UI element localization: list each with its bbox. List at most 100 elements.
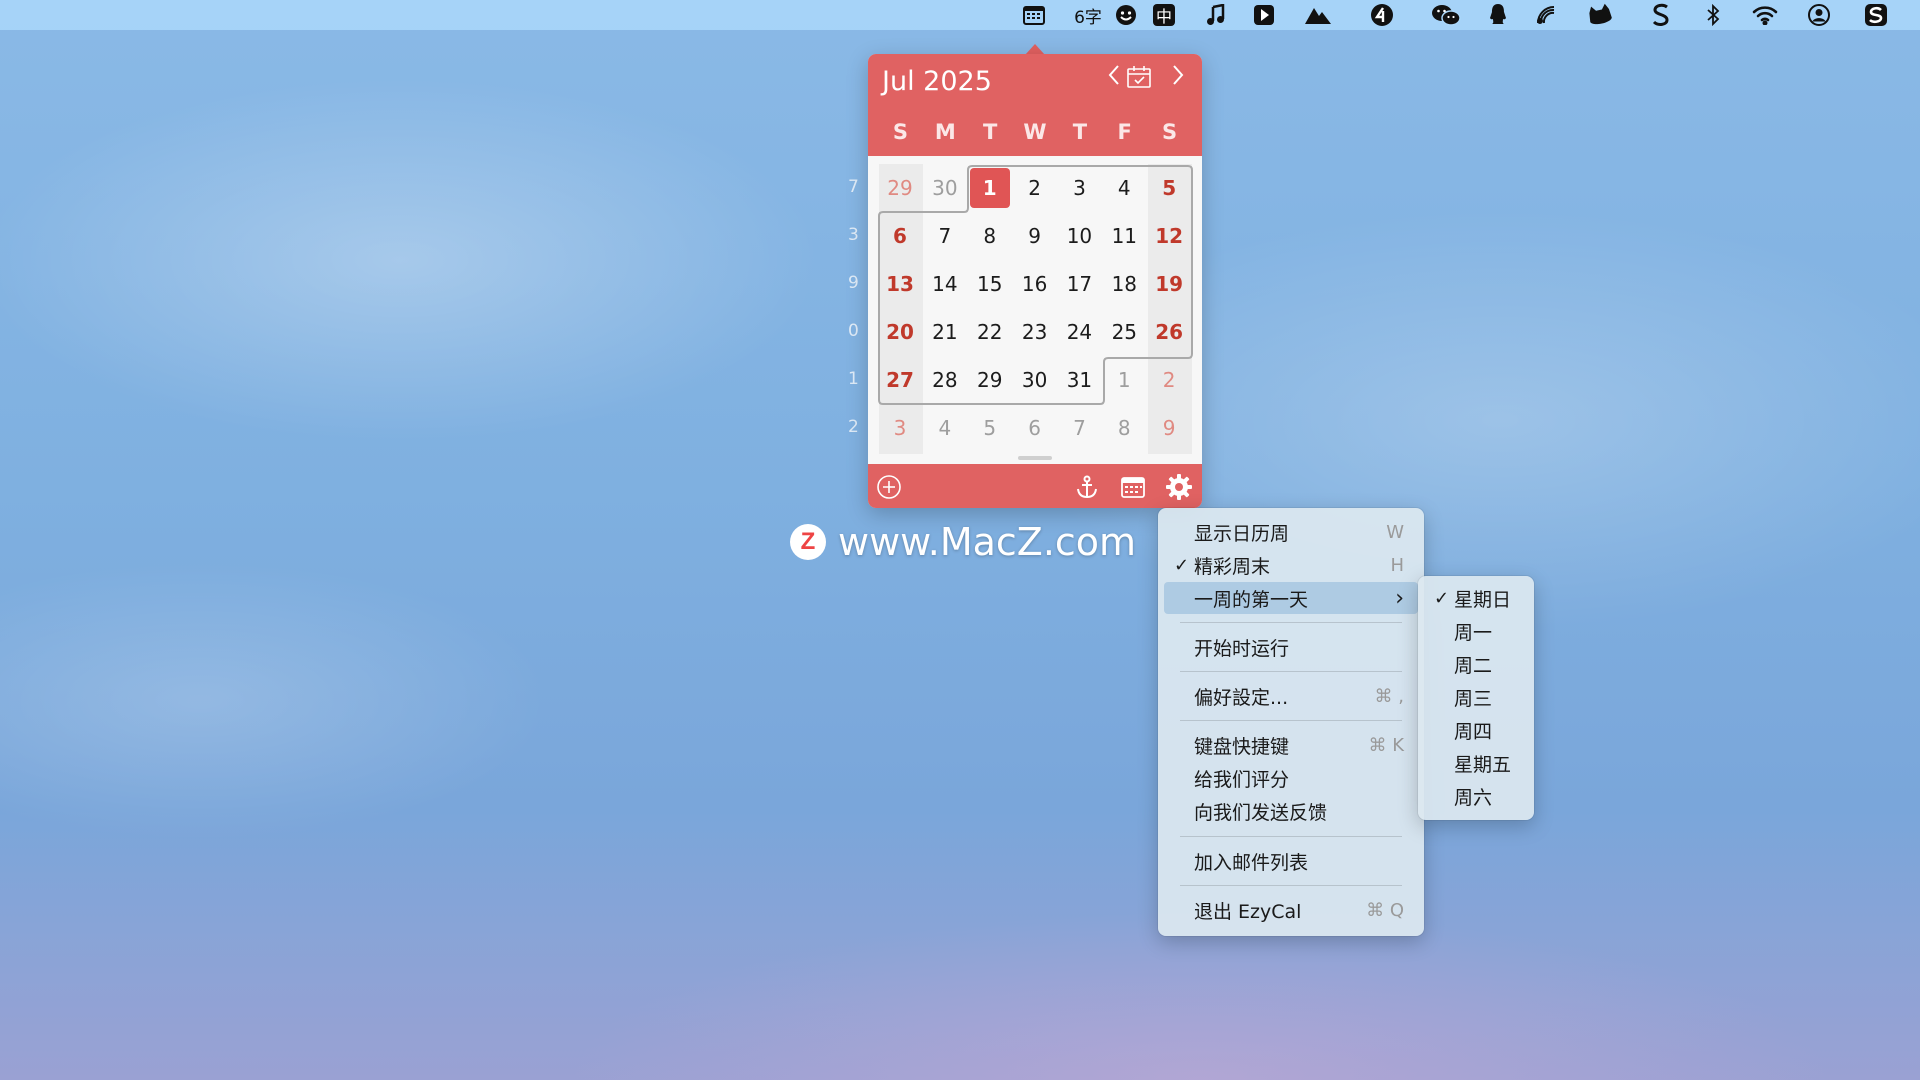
checkmark-icon: ✓ [1174, 554, 1190, 575]
day-cell[interactable]: 17 [1057, 264, 1101, 304]
day-cell[interactable]: 1 [968, 168, 1012, 208]
input-method-icon[interactable]: 中 [1150, 3, 1178, 27]
app-4-icon[interactable] [1368, 3, 1396, 27]
day-cell[interactable]: 29 [878, 168, 922, 208]
day-cell[interactable]: 8 [1102, 408, 1146, 448]
mountain-icon[interactable] [1302, 3, 1334, 27]
day-cell[interactable]: 8 [968, 216, 1012, 256]
day-cell[interactable]: 5 [1147, 168, 1191, 208]
day-cell[interactable]: 28 [923, 360, 967, 400]
menu-item-send-feedback[interactable]: 向我们发送反馈 [1164, 795, 1418, 827]
wechat-icon[interactable] [1430, 3, 1462, 27]
menu-item-preferences[interactable]: 偏好設定... ⌘ , [1164, 680, 1418, 712]
day-cell[interactable]: 24 [1057, 312, 1101, 352]
day-cell[interactable]: 31 [1057, 360, 1101, 400]
menu-item-quit[interactable]: 退出 EzyCal ⌘ Q [1164, 894, 1418, 926]
day-number: 6 [893, 224, 907, 248]
day-cell[interactable]: 6 [878, 216, 922, 256]
day-cell[interactable]: 6 [1013, 408, 1057, 448]
menu-item-rate-us[interactable]: 给我们评分 [1164, 762, 1418, 794]
menu-divider [1180, 885, 1402, 886]
day-number: 5 [1162, 176, 1177, 200]
rss-icon[interactable] [1532, 3, 1560, 27]
day-cell[interactable]: 15 [968, 264, 1012, 304]
day-cell[interactable]: 4 [923, 408, 967, 448]
week-number: 9 [848, 273, 859, 293]
day-cell[interactable]: 30 [1013, 360, 1057, 400]
qq-icon[interactable] [1486, 3, 1510, 27]
day-number: 23 [1021, 320, 1048, 344]
menu-item-join-mailing-list[interactable]: 加入邮件列表 [1164, 845, 1418, 877]
word-count-status[interactable]: 6字 [1070, 3, 1106, 28]
day-cell[interactable]: 2 [1013, 168, 1057, 208]
day-cell[interactable]: 27 [878, 360, 922, 400]
gear-icon[interactable] [1164, 472, 1194, 507]
watermark: Z www.MacZ.com [790, 520, 1136, 564]
menu-bar: 6字 中 [0, 0, 1920, 30]
menu-item-keyboard-shortcuts[interactable]: 键盘快捷键 ⌘ K [1164, 729, 1418, 761]
day-cell[interactable]: 26 [1147, 312, 1191, 352]
day-cell[interactable]: 18 [1102, 264, 1146, 304]
submenu-item-friday[interactable]: 星期五 [1424, 747, 1528, 779]
menu-item-show-week-numbers[interactable]: 显示日历周 W [1164, 516, 1418, 548]
checkmark-icon: ✓ [1434, 587, 1450, 608]
day-number: 4 [938, 416, 952, 440]
day-cell[interactable]: 30 [923, 168, 967, 208]
day-cell[interactable]: 23 [1013, 312, 1057, 352]
s-logo-icon[interactable] [1862, 3, 1890, 27]
emoji-icon[interactable] [1112, 3, 1140, 27]
day-cell[interactable]: 25 [1102, 312, 1146, 352]
day-cell[interactable]: 13 [878, 264, 922, 304]
day-number: 3 [1073, 176, 1086, 200]
day-cell[interactable]: 20 [878, 312, 922, 352]
day-cell[interactable]: 11 [1102, 216, 1146, 256]
day-cell[interactable]: 22 [968, 312, 1012, 352]
cat-icon[interactable] [1586, 3, 1614, 27]
day-cell[interactable]: 9 [1147, 408, 1191, 448]
wifi-icon[interactable] [1750, 3, 1780, 27]
submenu-item-sunday[interactable]: ✓ 星期日 [1424, 582, 1528, 614]
day-cell[interactable]: 19 [1147, 264, 1191, 304]
s-app-icon[interactable] [1648, 3, 1674, 27]
today-day-number: 1 [969, 168, 1010, 208]
day-cell[interactable]: 29 [968, 360, 1012, 400]
day-cell[interactable]: 12 [1147, 216, 1191, 256]
day-cell[interactable]: 2 [1147, 360, 1191, 400]
calendar-icon[interactable] [1020, 3, 1048, 27]
input-method-label: 中 [1153, 4, 1175, 26]
music-icon[interactable] [1202, 3, 1230, 27]
infuse-icon[interactable] [1250, 3, 1278, 27]
day-cell[interactable]: 5 [968, 408, 1012, 448]
anchor-icon[interactable] [1074, 474, 1100, 505]
day-cell[interactable]: 16 [1013, 264, 1057, 304]
day-cell[interactable]: 14 [923, 264, 967, 304]
submenu-item-tuesday[interactable]: 周二 [1424, 648, 1528, 680]
menu-item-launch-at-login[interactable]: 开始时运行 [1164, 631, 1418, 663]
day-cell[interactable]: 10 [1057, 216, 1101, 256]
day-number: 9 [1162, 416, 1176, 440]
menu-item-highlight-weekends[interactable]: ✓ 精彩周末 H [1164, 549, 1418, 581]
day-cell[interactable]: 1 [1102, 360, 1146, 400]
day-cell[interactable]: 21 [923, 312, 967, 352]
day-cell[interactable]: 4 [1102, 168, 1146, 208]
menu-item-label: 给我们评分 [1194, 768, 1290, 791]
submenu-item-label: 周二 [1454, 654, 1493, 677]
user-icon[interactable] [1806, 3, 1832, 27]
day-cell[interactable]: 9 [1013, 216, 1057, 256]
add-event-icon[interactable] [876, 474, 902, 505]
submenu-item-wednesday[interactable]: 周三 [1424, 681, 1528, 713]
submenu-item-monday[interactable]: 周一 [1424, 615, 1528, 647]
bluetooth-icon[interactable] [1702, 3, 1724, 27]
scroll-handle[interactable] [1018, 456, 1052, 460]
menu-item-label: 显示日历周 [1194, 522, 1290, 545]
calendar-icon[interactable] [1120, 474, 1146, 505]
day-cell[interactable]: 3 [1057, 168, 1101, 208]
day-cell[interactable]: 7 [1057, 408, 1101, 448]
submenu-item-saturday[interactable]: 周六 [1424, 780, 1528, 812]
menu-item-first-day-of-week[interactable]: 一周的第一天 › [1164, 582, 1418, 614]
submenu-item-label: 周一 [1454, 621, 1493, 644]
day-cell[interactable]: 3 [878, 408, 922, 448]
day-number: 8 [983, 224, 997, 248]
day-cell[interactable]: 7 [923, 216, 967, 256]
submenu-item-thursday[interactable]: 周四 [1424, 714, 1528, 746]
